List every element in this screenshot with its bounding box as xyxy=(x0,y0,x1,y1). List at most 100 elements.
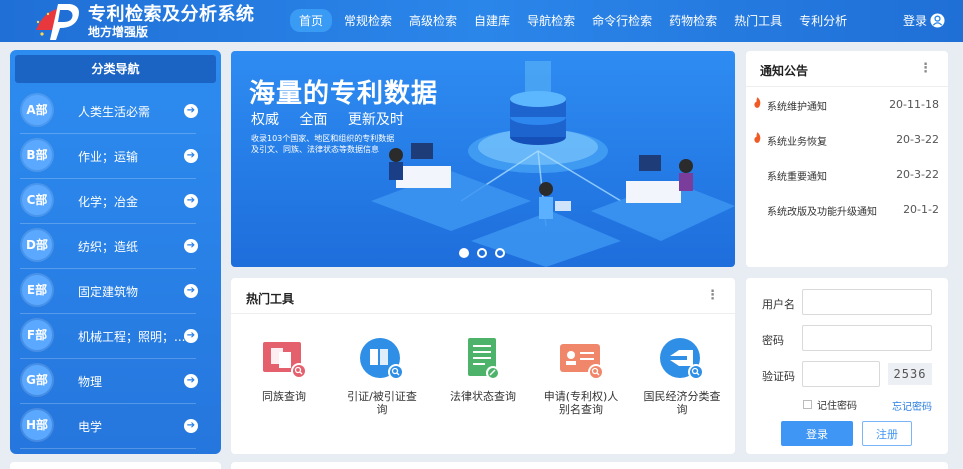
notice-item[interactable]: 系统重要通知 20-3-22 xyxy=(746,157,948,192)
category-list: A部 人类生活必需 ➔ B部 作业；运输 ➔ C部 化学；冶金 ➔ D部 纺织；… xyxy=(10,89,221,449)
arrow-right-icon: ➔ xyxy=(184,284,198,298)
category-item-d[interactable]: D部 纺织；造纸 ➔ xyxy=(20,224,198,269)
category-label: 化学；冶金 xyxy=(78,195,139,209)
tool-label: 国民经济分类查询 xyxy=(643,390,721,416)
nav-command-search[interactable]: 命令行检索 xyxy=(592,12,652,29)
password-input[interactable] xyxy=(802,325,932,351)
more-vertical-icon[interactable]: ⋮ xyxy=(919,61,932,76)
tool-applicant-alias-search[interactable]: 申请(专利权)人别名查询 xyxy=(541,336,621,416)
tool-economy-class-search[interactable]: 国民经济分类查询 xyxy=(642,336,722,416)
remember-password[interactable]: 记住密码 xyxy=(803,397,857,412)
notice-date: 20-3-22 xyxy=(896,133,939,146)
main-nav: 首页 常规检索 高级检索 自建库 导航检索 命令行检索 药物检索 热门工具 专利… xyxy=(290,8,864,32)
carousel-dot-3[interactable] xyxy=(495,248,505,258)
notice-date: 20-11-18 xyxy=(889,98,939,111)
applicant-card-icon xyxy=(560,344,604,380)
nav-hot-tools[interactable]: 热门工具 xyxy=(734,12,782,29)
password-label: 密码 xyxy=(762,334,784,347)
category-title: 分类导航 xyxy=(15,55,216,83)
notice-item[interactable]: 系统业务恢复 20-3-22 xyxy=(746,122,948,157)
header-login-link[interactable]: 登录 xyxy=(903,12,945,29)
banner-tags: 权威 全面 更新及时 xyxy=(251,109,420,129)
login-panel: 用户名 密码 验证码 2536 记住密码 忘记密码 登录 注册 xyxy=(746,278,948,454)
banner-title: 海量的专利数据 xyxy=(249,79,439,109)
top-header: 专利检索及分析系统 地方增强版 首页 常规检索 高级检索 自建库 导航检索 命令… xyxy=(0,0,963,42)
arrow-right-icon: ➔ xyxy=(184,419,198,433)
carousel-dot-2[interactable] xyxy=(477,248,487,258)
remember-label: 记住密码 xyxy=(817,401,857,412)
system-subtitle: 地方增强版 xyxy=(88,25,149,39)
banner-description: 收录103个国家、地区和组织的专利数据及引文、同族、法律状态等数据信息 xyxy=(251,134,395,154)
hot-tools-panel: 热门工具 ⋮ 同族查询 引证/被引证查询 法律状态查询 申请(专利权)人别名查询… xyxy=(231,278,735,454)
notice-panel: 通知公告 ⋮ 系统维护通知 20-11-18 系统业务恢复 20-3-22 系统… xyxy=(746,51,948,267)
tools-header: 热门工具 ⋮ xyxy=(231,278,735,314)
tool-legal-status-search[interactable]: 法律状态查询 xyxy=(443,336,523,403)
category-label: 固定建筑物 xyxy=(78,285,139,299)
arrow-right-icon: ➔ xyxy=(184,239,198,253)
notice-header: 通知公告 ⋮ xyxy=(746,51,948,87)
notice-item[interactable]: 系统改版及功能升级通知 20-1-2 xyxy=(746,192,948,227)
nav-home[interactable]: 首页 xyxy=(290,8,333,32)
nav-drug-search[interactable]: 药物检索 xyxy=(669,12,717,29)
nav-patent-analysis[interactable]: 专利分析 xyxy=(799,12,847,29)
hero-banner[interactable]: 海量的专利数据 权威 全面 更新及时 收录103个国家、地区和组织的专利数据及引… xyxy=(231,51,735,267)
category-item-e[interactable]: E部 固定建筑物 ➔ xyxy=(20,269,198,314)
logo-icon xyxy=(36,4,79,40)
login-button[interactable]: 登录 xyxy=(781,421,853,446)
category-badge: D部 xyxy=(22,230,52,260)
register-button[interactable]: 注册 xyxy=(862,421,912,446)
tool-label: 同族查询 xyxy=(262,390,306,403)
category-label: 纺织；造纸 xyxy=(78,240,139,254)
tool-family-search[interactable]: 同族查询 xyxy=(244,336,324,403)
flame-icon xyxy=(754,97,761,108)
category-item-f[interactable]: F部 机械工程；照明；... ➔ xyxy=(20,314,198,359)
notice-text: 系统重要通知 xyxy=(767,172,827,183)
arrow-right-icon: ➔ xyxy=(184,149,198,163)
category-item-b[interactable]: B部 作业；运输 ➔ xyxy=(20,134,198,179)
category-label: 机械工程；照明；... xyxy=(78,330,186,344)
category-item-c[interactable]: C部 化学；冶金 ➔ xyxy=(20,179,198,224)
tools-title: 热门工具 xyxy=(246,292,295,306)
category-badge: B部 xyxy=(22,140,52,170)
bottom-panel-edge xyxy=(231,462,948,469)
legal-status-icon xyxy=(468,338,500,380)
tool-citation-search[interactable]: 引证/被引证查询 xyxy=(342,336,422,416)
banner-tag: 更新及时 xyxy=(347,112,404,128)
category-badge: H部 xyxy=(22,410,52,440)
username-label: 用户名 xyxy=(762,298,795,311)
remember-checkbox[interactable] xyxy=(803,400,812,409)
nav-regular-search[interactable]: 常规检索 xyxy=(344,12,392,29)
flame-icon xyxy=(754,132,761,143)
category-label: 电学 xyxy=(78,420,103,434)
forgot-password-link[interactable]: 忘记密码 xyxy=(892,398,932,413)
notice-text: 系统改版及功能升级通知 xyxy=(767,207,877,218)
notice-item[interactable]: 系统维护通知 20-11-18 xyxy=(746,87,948,122)
arrow-right-icon: ➔ xyxy=(184,104,198,118)
captcha-input[interactable] xyxy=(802,361,880,387)
category-badge: A部 xyxy=(22,95,52,125)
category-item-h[interactable]: H部 电学 ➔ xyxy=(20,404,198,449)
tool-label: 法律状态查询 xyxy=(450,390,516,403)
carousel-dot-1[interactable] xyxy=(459,248,469,258)
family-search-icon xyxy=(263,342,307,379)
category-badge: G部 xyxy=(22,365,52,395)
tool-label: 引证/被引证查询 xyxy=(347,390,417,416)
arrow-right-icon: ➔ xyxy=(184,374,198,388)
nav-custom-db[interactable]: 自建库 xyxy=(474,12,510,29)
nav-advanced-search[interactable]: 高级检索 xyxy=(409,12,457,29)
category-item-g[interactable]: G部 物理 ➔ xyxy=(20,359,198,404)
category-badge: F部 xyxy=(22,320,52,350)
notice-title: 通知公告 xyxy=(760,64,809,78)
category-label: 人类生活必需 xyxy=(78,105,151,119)
arrow-right-icon: ➔ xyxy=(184,329,198,343)
more-vertical-icon[interactable]: ⋮ xyxy=(706,288,719,303)
banner-tag: 全面 xyxy=(299,112,328,128)
username-input[interactable] xyxy=(802,289,932,315)
category-item-a[interactable]: A部 人类生活必需 ➔ xyxy=(20,89,198,134)
category-label: 物理 xyxy=(78,375,103,389)
nav-navigation-search[interactable]: 导航检索 xyxy=(527,12,575,29)
captcha-image[interactable]: 2536 xyxy=(888,363,932,385)
user-icon xyxy=(930,13,945,28)
header-login-label: 登录 xyxy=(902,14,927,28)
category-badge: C部 xyxy=(22,185,52,215)
